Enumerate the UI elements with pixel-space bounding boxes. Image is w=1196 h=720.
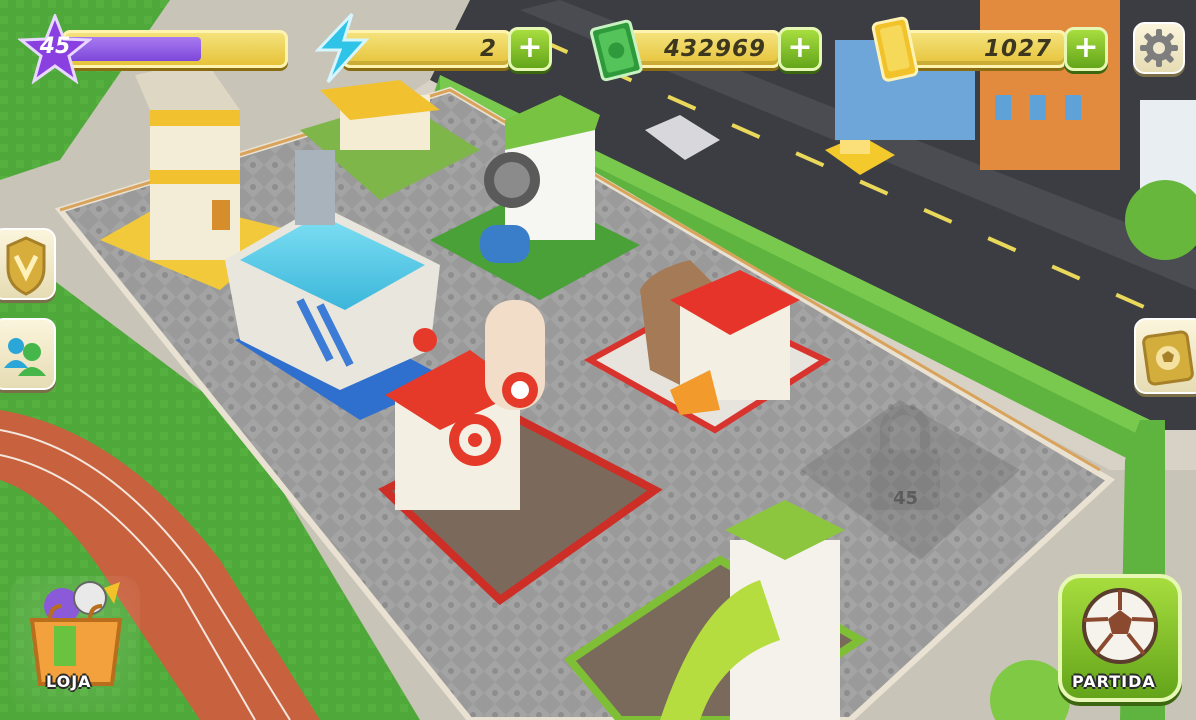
gold-panel: 1027 + [866, 12, 1114, 82]
xp-bar [62, 30, 288, 68]
locked-plot-level: 45 [893, 488, 919, 509]
energy-value: 2 [479, 36, 497, 62]
friends-button[interactable] [0, 318, 56, 390]
soccer-ball-icon [1082, 588, 1158, 664]
shield-v-badge-icon [6, 236, 46, 296]
add-cash-button[interactable]: + [778, 27, 822, 71]
gold-bar-icon [871, 16, 919, 82]
cash-panel: 432969 + [588, 12, 828, 82]
level-xp-panel[interactable]: 45 [18, 14, 288, 84]
cash-value: 432969 [663, 36, 766, 62]
ball-album-icon [1142, 330, 1194, 386]
settings-button[interactable] [1133, 22, 1185, 74]
match-label: PARTIDA [1072, 672, 1156, 691]
friends-icon [4, 338, 46, 376]
energy-panel: 2 + [312, 12, 557, 84]
gold-value: 1027 [983, 36, 1052, 62]
gear-icon [1140, 29, 1178, 67]
game-world[interactable] [0, 0, 1196, 720]
gold-bar: 1027 [902, 30, 1067, 68]
add-energy-button[interactable]: + [508, 27, 552, 71]
sticker-album-button[interactable] [1134, 318, 1196, 394]
add-gold-button[interactable]: + [1064, 27, 1108, 71]
lightning-bolt-icon [314, 12, 370, 84]
shop-button[interactable]: LOJA [10, 576, 140, 712]
cash-bar: 432969 [626, 30, 781, 68]
achievements-button[interactable] [0, 228, 56, 300]
shop-label: LOJA [46, 672, 92, 691]
player-level: 45 [39, 34, 71, 59]
cash-bill-icon [589, 19, 643, 82]
